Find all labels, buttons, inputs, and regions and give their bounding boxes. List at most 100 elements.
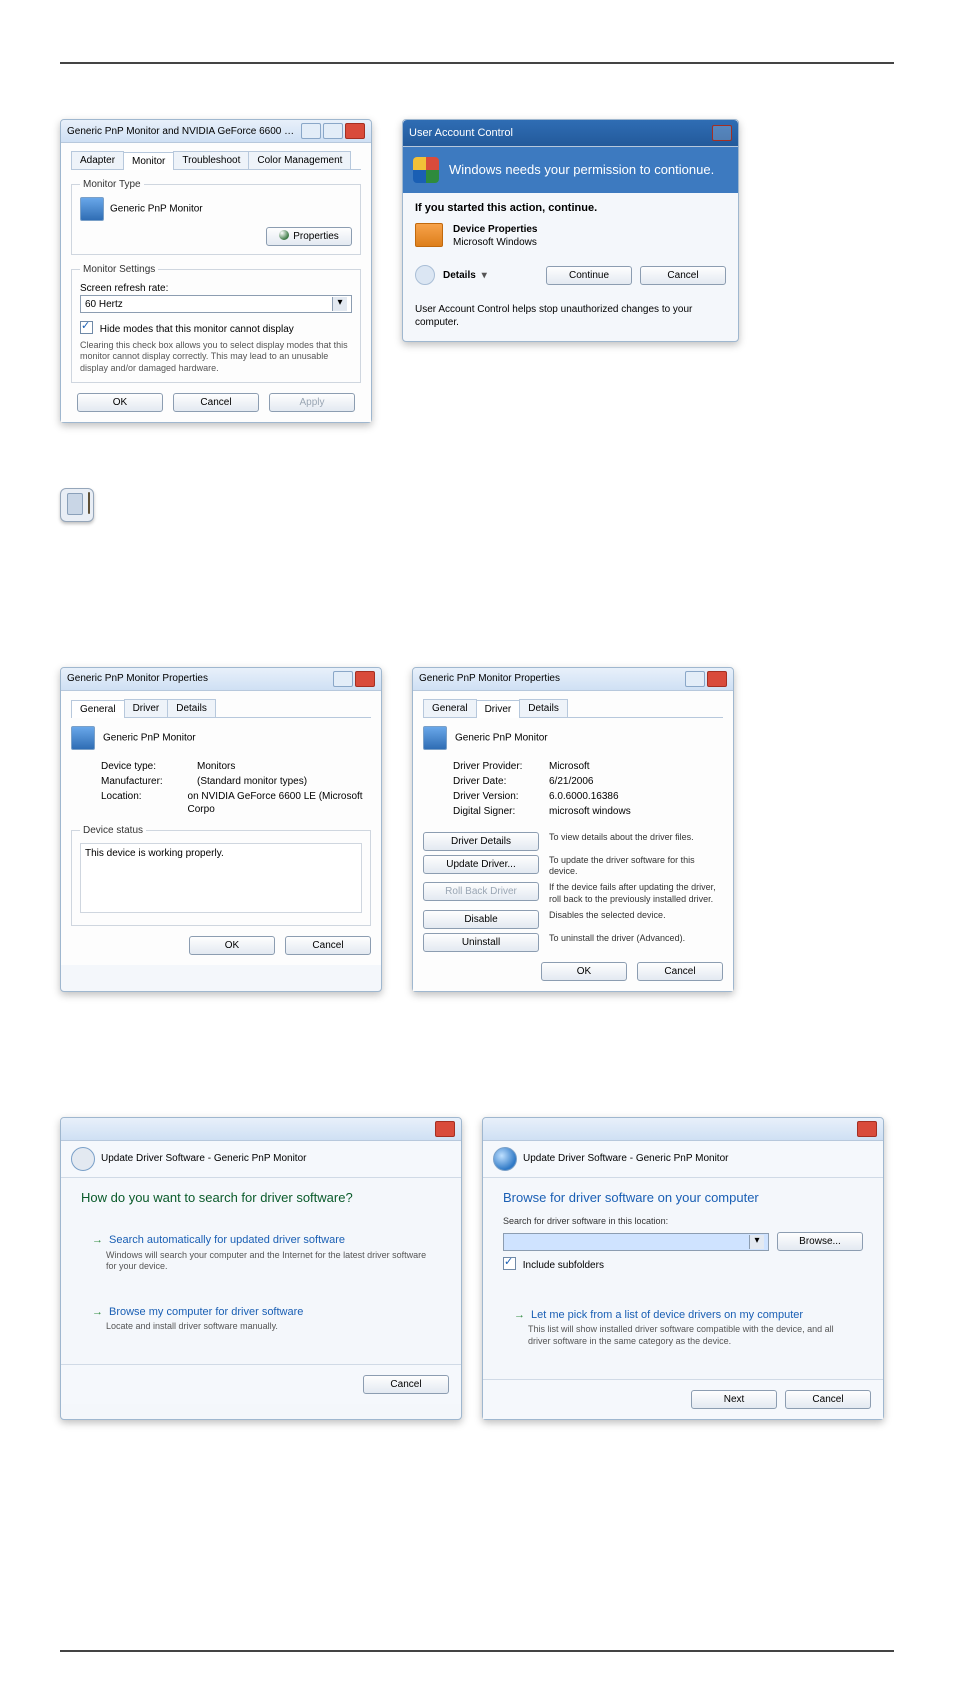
device-properties-driver: Generic PnP Monitor Properties General D… — [412, 667, 734, 992]
window-title: Generic PnP Monitor Properties — [419, 672, 679, 685]
cancel-button[interactable]: Cancel — [173, 393, 259, 412]
window-title: Generic PnP Monitor and NVIDIA GeForce 6… — [67, 125, 295, 138]
driver-version-value: 6.0.6000.16386 — [549, 790, 619, 803]
uac-subtext: If you started this action, continue. — [403, 193, 738, 219]
ok-button[interactable]: OK — [541, 962, 627, 981]
monitor-icon — [71, 726, 95, 750]
path-label: Search for driver software in this locat… — [503, 1216, 863, 1228]
digital-signer-label: Digital Signer: — [453, 805, 543, 818]
location-value: on NVIDIA GeForce 6600 LE (Microsoft Cor… — [188, 790, 371, 816]
option-browse-computer[interactable]: Browse my computer for driver software L… — [79, 1294, 443, 1344]
uac-publisher: Microsoft Windows — [453, 236, 538, 249]
hide-modes-checkbox[interactable] — [80, 321, 93, 334]
tab-troubleshoot[interactable]: Troubleshoot — [173, 151, 249, 169]
titlebar[interactable]: Generic PnP Monitor and NVIDIA GeForce 6… — [61, 120, 371, 143]
refresh-rate-select[interactable]: 60 Hertz ▾ — [80, 295, 352, 313]
tab-strip: Adapter Monitor Troubleshoot Color Manag… — [71, 151, 361, 170]
driver-provider-label: Driver Provider: — [453, 760, 543, 773]
option-desc: Locate and install driver software manua… — [106, 1321, 430, 1333]
cancel-button[interactable]: Cancel — [285, 936, 371, 955]
close-button[interactable] — [345, 123, 365, 139]
uac-program-name: Device Properties — [453, 223, 538, 236]
tab-details[interactable]: Details — [167, 699, 216, 717]
monitor-icon — [80, 197, 104, 221]
monitor-icon — [423, 726, 447, 750]
path-combobox[interactable]: ▾ — [503, 1233, 769, 1251]
window-controls — [301, 123, 365, 139]
device-status-text — [80, 843, 362, 913]
monitor-name: Generic PnP Monitor — [110, 204, 203, 215]
include-subfolders-checkbox[interactable] — [503, 1257, 516, 1270]
uac-headline: Windows needs your permission to contion… — [449, 162, 714, 179]
close-button[interactable] — [355, 671, 375, 687]
uac-headline-bar: Windows needs your permission to contion… — [403, 147, 738, 193]
tab-color-management[interactable]: Color Management — [248, 151, 351, 169]
next-button[interactable]: Next — [691, 1390, 777, 1409]
hide-modes-note: Clearing this check box allows you to se… — [80, 340, 352, 374]
window-title: Generic PnP Monitor Properties — [67, 672, 327, 685]
disable-button[interactable]: Disable — [423, 910, 539, 929]
browse-button[interactable]: Browse... — [777, 1232, 863, 1251]
rollback-driver-button[interactable]: Roll Back Driver — [423, 882, 539, 901]
ok-button[interactable]: OK — [77, 393, 163, 412]
wizard-heading: How do you want to search for driver sof… — [61, 1178, 461, 1213]
tablet-icon — [60, 488, 94, 522]
minimize-button[interactable] — [301, 123, 321, 139]
tab-driver[interactable]: Driver — [124, 699, 169, 717]
window-title: User Account Control — [409, 126, 706, 140]
device-status-legend: Device status — [80, 824, 146, 837]
driver-details-button[interactable]: Driver Details — [423, 832, 539, 851]
close-button[interactable] — [435, 1121, 455, 1137]
ok-button[interactable]: OK — [189, 936, 275, 955]
wizard-heading: Browse for driver software on your compu… — [483, 1178, 883, 1213]
device-type-value: Monitors — [197, 760, 235, 773]
monitor-type-legend: Monitor Type — [80, 178, 144, 191]
update-driver-wizard-browse: Update Driver Software - Generic PnP Mon… — [482, 1117, 884, 1420]
option-search-auto[interactable]: Search automatically for updated driver … — [79, 1222, 443, 1284]
titlebar[interactable]: User Account Control — [403, 120, 738, 147]
monitor-name: Generic PnP Monitor — [103, 732, 196, 743]
back-button[interactable] — [71, 1147, 95, 1171]
option-title: Search automatically for updated driver … — [92, 1233, 430, 1247]
close-button[interactable] — [707, 671, 727, 687]
update-driver-button[interactable]: Update Driver... — [423, 855, 539, 874]
include-subfolders-label: Include subfolders — [523, 1260, 604, 1271]
monitor-settings-group: Monitor Settings Screen refresh rate: 60… — [71, 263, 361, 383]
cancel-button[interactable]: Cancel — [785, 1390, 871, 1409]
option-desc: Windows will search your computer and th… — [106, 1250, 430, 1273]
option-desc: This list will show installed driver sof… — [528, 1324, 852, 1347]
option-title: Browse my computer for driver software — [92, 1305, 430, 1319]
driver-date-label: Driver Date: — [453, 775, 543, 788]
maximize-button[interactable] — [323, 123, 343, 139]
rollback-driver-desc: If the device fails after updating the d… — [549, 882, 723, 905]
back-button[interactable] — [493, 1147, 517, 1171]
location-label: Location: — [101, 790, 182, 816]
driver-date-value: 6/21/2006 — [549, 775, 594, 788]
monitor-name: Generic PnP Monitor — [455, 732, 548, 743]
tab-adapter[interactable]: Adapter — [71, 151, 124, 169]
cancel-button[interactable]: Cancel — [363, 1375, 449, 1394]
tab-monitor[interactable]: Monitor — [123, 152, 174, 170]
close-button[interactable] — [857, 1121, 877, 1137]
details-toggle[interactable]: Details — [443, 269, 487, 282]
driver-provider-value: Microsoft — [549, 760, 590, 773]
help-button[interactable] — [333, 671, 353, 687]
option-pick-from-list[interactable]: Let me pick from a list of device driver… — [501, 1297, 865, 1359]
uac-dialog: User Account Control Windows needs your … — [402, 119, 739, 342]
tab-driver[interactable]: Driver — [476, 700, 521, 718]
tab-general[interactable]: General — [71, 700, 125, 718]
continue-button[interactable]: Continue — [546, 266, 632, 285]
device-type-label: Device type: — [101, 760, 191, 773]
refresh-rate-value: 60 Hertz — [85, 298, 123, 311]
close-button[interactable] — [712, 125, 732, 141]
uninstall-button[interactable]: Uninstall — [423, 933, 539, 952]
tab-general[interactable]: General — [423, 699, 477, 717]
shield-icon — [413, 157, 439, 183]
tab-details[interactable]: Details — [519, 699, 568, 717]
apply-button[interactable]: Apply — [269, 393, 355, 412]
properties-button[interactable]: Properties — [266, 227, 352, 246]
cancel-button[interactable]: Cancel — [640, 266, 726, 285]
driver-details-desc: To view details about the driver files. — [549, 832, 723, 844]
cancel-button[interactable]: Cancel — [637, 962, 723, 981]
help-button[interactable] — [685, 671, 705, 687]
